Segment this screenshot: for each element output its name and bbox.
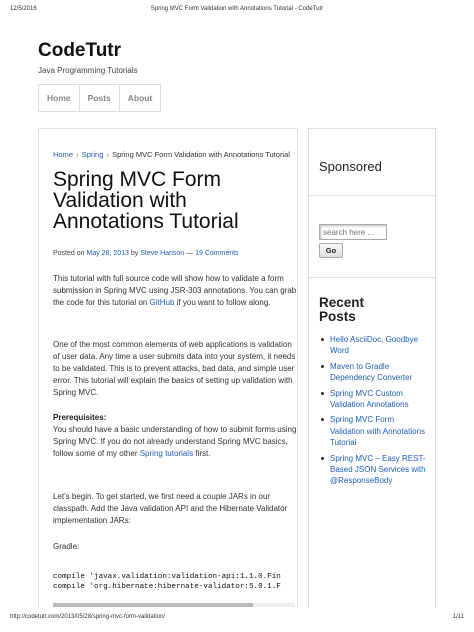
scrollbar-thumb[interactable] bbox=[53, 603, 253, 607]
recent-post-item[interactable]: Spring MVC Custom Validation Annotations bbox=[319, 388, 429, 411]
breadcrumb-separator: › bbox=[106, 150, 109, 159]
recent-post-item[interactable]: Spring MVC – Easy REST-Based JSON Servic… bbox=[319, 453, 429, 487]
bullet-icon bbox=[321, 364, 324, 368]
byline-by: by bbox=[130, 250, 139, 257]
recent-posts-heading: Recent Posts bbox=[319, 295, 365, 324]
print-header: 12/5/2016 Spring MVC Form Validation wit… bbox=[10, 6, 464, 16]
intro-paragraph: This tutorial with full source code will… bbox=[53, 273, 297, 309]
gradle-label: Gradle: bbox=[53, 542, 80, 551]
bullet-icon bbox=[321, 456, 324, 460]
intro-after-text: if you want to follow along. bbox=[176, 298, 271, 307]
sidebar-divider bbox=[309, 195, 435, 196]
print-page-title: Spring MVC Form Validation with Annotati… bbox=[150, 6, 324, 12]
site-title[interactable]: CodeTutr bbox=[38, 40, 121, 62]
breadcrumb-separator: › bbox=[76, 150, 79, 159]
recent-post-item[interactable]: Maven to Gradle Dependency Converter bbox=[319, 361, 429, 384]
sidebar-divider bbox=[309, 277, 435, 278]
print-footer: http://codetutr.com/2013/05/28/spring-mv… bbox=[10, 614, 464, 624]
bullet-icon bbox=[321, 391, 324, 395]
bullet-icon bbox=[321, 418, 324, 422]
byline-posted-on: Posted on bbox=[53, 250, 85, 257]
byline-dash: — bbox=[186, 250, 194, 257]
spring-tutorials-link[interactable]: Spring tutorials bbox=[140, 449, 193, 458]
gradle-code-block[interactable]: compile 'javax.validation:validation-api… bbox=[53, 569, 295, 607]
github-link[interactable]: GitHub bbox=[150, 298, 175, 307]
search-input[interactable] bbox=[319, 224, 387, 240]
recent-post-link[interactable]: Maven to Gradle Dependency Converter bbox=[330, 362, 412, 382]
breadcrumb-home-link[interactable]: Home bbox=[53, 150, 73, 159]
site-description: Java Programming Tutorials bbox=[38, 66, 138, 75]
recent-post-link[interactable]: Spring MVC Custom Validation Annotations bbox=[330, 389, 409, 409]
breadcrumb-current: Spring MVC Form Validation with Annotati… bbox=[112, 150, 290, 159]
validation-paragraph: One of the most common elements of web a… bbox=[53, 340, 296, 397]
post-byline: Posted on May 28, 2013 by Steve Hanson —… bbox=[53, 250, 239, 257]
prerequisites-heading: Prerequisites: bbox=[53, 413, 107, 422]
sponsored-heading: Sponsored bbox=[319, 159, 382, 174]
post-title: Spring MVC Form Validation with Annotati… bbox=[53, 168, 239, 233]
bullet-icon bbox=[321, 338, 324, 341]
prerequisites-after-text: first. bbox=[195, 449, 211, 458]
recent-post-link[interactable]: Spring MVC – Easy REST-Based JSON Servic… bbox=[330, 454, 426, 486]
code-horizontal-scrollbar[interactable] bbox=[53, 603, 295, 607]
nav-item-about[interactable]: About bbox=[118, 85, 162, 111]
search-go-button[interactable]: Go bbox=[319, 243, 343, 258]
print-url: http://codetutr.com/2013/05/28/spring-mv… bbox=[10, 614, 166, 620]
recent-post-item[interactable]: Hello AsciiDoc, Goodbye Word bbox=[319, 334, 429, 357]
sidebar: Sponsored Go Recent Posts Hello AsciiDoc… bbox=[308, 128, 436, 608]
nav-item-home[interactable]: Home bbox=[38, 85, 79, 111]
main-content: Home › Spring › Spring MVC Form Validati… bbox=[38, 128, 298, 608]
recent-posts-list: Hello AsciiDoc, Goodbye Word Maven to Gr… bbox=[319, 334, 429, 491]
breadcrumb: Home › Spring › Spring MVC Form Validati… bbox=[53, 150, 290, 159]
author-link[interactable]: Steve Hanson bbox=[140, 250, 184, 257]
breadcrumb-spring-link[interactable]: Spring bbox=[82, 150, 104, 159]
recent-post-item[interactable]: Spring MVC Form Validation with Annotati… bbox=[319, 414, 429, 448]
code-line: compile 'org.hibernate:hibernate-validat… bbox=[53, 583, 281, 591]
comments-link[interactable]: 19 Comments bbox=[195, 250, 239, 257]
nav-item-posts[interactable]: Posts bbox=[78, 85, 119, 111]
print-page-number: 1/11 bbox=[452, 614, 464, 620]
getting-started-paragraph: Let's begin. To get started, we first ne… bbox=[53, 492, 288, 525]
recent-post-link[interactable]: Hello AsciiDoc, Goodbye Word bbox=[330, 335, 418, 355]
code-line: compile 'javax.validation:validation-api… bbox=[53, 573, 281, 581]
post-date-link[interactable]: May 28, 2013 bbox=[86, 250, 128, 257]
prerequisites-section: Prerequisites: You should have a basic u… bbox=[53, 412, 297, 460]
recent-post-link[interactable]: Spring MVC Form Validation with Annotati… bbox=[330, 415, 425, 447]
main-nav: Home Posts About bbox=[38, 84, 162, 112]
